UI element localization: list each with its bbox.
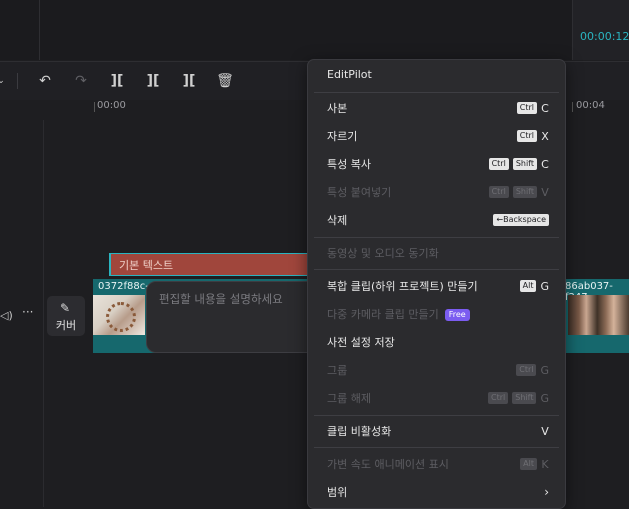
cover-label: 커버: [55, 319, 77, 332]
menu-item-label: 클립 비활성화: [327, 425, 392, 438]
edit-icon: ✎: [60, 301, 71, 315]
menu-item-cut[interactable]: 자르기 Ctrl X: [308, 123, 565, 149]
menu-header-label: EditPilot: [327, 68, 372, 81]
shortcut: Alt G: [519, 279, 549, 293]
cover-button[interactable]: ✎ 커버: [47, 296, 85, 336]
menu-item-label: 동영상 및 오디오 동기화: [327, 247, 439, 260]
shortcut-char: V: [541, 424, 549, 438]
clip-thumbnail: [93, 295, 145, 335]
menu-item-label: 다중 카메라 클립 만들기 Free: [327, 306, 470, 322]
shortcut-key: Ctrl: [516, 130, 537, 142]
menu-item-label: 범위: [327, 486, 348, 499]
shortcut: Ctrl Shift G: [488, 391, 549, 405]
timecode: 00:00:12: [580, 30, 629, 43]
delete-icon[interactable]: 🗑: [216, 72, 234, 90]
preview-divider: [39, 0, 40, 60]
shortcut-key: Shift: [512, 392, 537, 404]
shortcut-key: ←Backspace: [493, 214, 549, 226]
shortcut-key: Alt: [519, 280, 537, 292]
chevron-right-icon: ›: [544, 485, 549, 499]
shortcut-key: Ctrl: [488, 392, 509, 404]
toolbar-divider: [17, 73, 18, 89]
ruler-label-start: 00:00: [97, 100, 126, 111]
description-input[interactable]: [157, 288, 321, 310]
menu-item-text: 다중 카메라 클립 만들기: [327, 308, 439, 321]
menu-item-label: 사전 설정 저장: [327, 336, 395, 349]
description-box: [146, 281, 328, 353]
shortcut: ←Backspace: [493, 213, 549, 227]
menu-item-speed-animation[interactable]: 가변 속도 애니메이션 표시 Alt K: [308, 451, 565, 477]
preview-area: 00:00:12: [0, 0, 629, 60]
menu-item-compound-clip[interactable]: 복합 클립(하위 프로젝트) 만들기 Alt G: [308, 273, 565, 299]
shortcut: V: [541, 424, 549, 438]
menu-item-label: 자르기: [327, 130, 358, 143]
shortcut: Ctrl X: [516, 129, 549, 143]
text-clip-label: 기본 텍스트: [119, 259, 174, 272]
menu-item-label: 복합 클립(하위 프로젝트) 만들기: [327, 280, 478, 293]
text-clip[interactable]: 기본 텍스트: [109, 253, 311, 276]
redo-icon[interactable]: ↷: [72, 72, 90, 90]
trim-left-icon[interactable]: ][: [144, 72, 162, 90]
menu-item-sync-av[interactable]: 동영상 및 오디오 동기화: [308, 240, 565, 266]
menu-item-label: 그룹: [327, 364, 348, 377]
menu-item-save-preset[interactable]: 사전 설정 저장: [308, 329, 565, 355]
shortcut-key: Ctrl: [516, 364, 537, 376]
menu-separator: [314, 447, 559, 448]
video-clip-name: 0372f88c-: [98, 281, 149, 292]
shortcut: Ctrl Shift C: [488, 157, 549, 171]
menu-header-editpilot[interactable]: EditPilot: [308, 63, 565, 89]
shortcut-char: K: [541, 457, 549, 471]
menu-separator: [314, 415, 559, 416]
ruler-tick: [94, 102, 95, 112]
menu-item-label: 사본: [327, 102, 348, 115]
shortcut-key: Shift: [512, 186, 537, 198]
menu-item-range[interactable]: 범위 ›: [308, 479, 565, 505]
menu-item-label: 삭제: [327, 214, 348, 227]
menu-item-copy[interactable]: 사본 Ctrl C: [308, 95, 565, 121]
trim-right-icon[interactable]: ][: [180, 72, 198, 90]
shortcut-key: Alt: [520, 458, 537, 470]
ruler-tick: [572, 102, 573, 112]
menu-item-group[interactable]: 그룹 Ctrl G: [308, 357, 565, 383]
shortcut: Alt K: [520, 457, 549, 471]
shortcut-char: C: [541, 157, 549, 171]
shortcut-key: Ctrl: [488, 186, 509, 198]
shortcut: Ctrl G: [516, 363, 549, 377]
shortcut: Ctrl Shift V: [488, 185, 549, 199]
shortcut-key: Ctrl: [488, 158, 509, 170]
more-icon[interactable]: ···: [22, 305, 33, 319]
menu-item-disable-clip[interactable]: 클립 비활성화 V: [308, 418, 565, 444]
menu-item-paste-attributes[interactable]: 특성 붙여넣기 Ctrl Shift V: [308, 179, 565, 205]
shortcut-key: Shift: [512, 158, 537, 170]
undo-icon[interactable]: ↶: [36, 72, 54, 90]
shortcut-char: G: [540, 391, 549, 405]
ruler-label-4s: 00:04: [576, 100, 605, 111]
menu-item-label: 특성 붙여넣기: [327, 186, 392, 199]
shortcut-char: X: [541, 129, 549, 143]
shortcut-char: G: [540, 279, 549, 293]
menu-item-delete[interactable]: 삭제 ←Backspace: [308, 207, 565, 233]
shortcut-key: Ctrl: [516, 102, 537, 114]
context-menu: EditPilot 사본 Ctrl C 자르기 Ctrl X 특성 복사 Ctrl S…: [307, 59, 566, 509]
clip-thumbnail: [568, 295, 629, 335]
shortcut: Ctrl C: [516, 101, 549, 115]
split-icon[interactable]: ][: [108, 72, 126, 90]
menu-separator: [314, 92, 559, 93]
chevron-down-icon[interactable]: ⌄: [0, 72, 10, 90]
audio-icon[interactable]: ◁): [0, 309, 13, 322]
menu-item-ungroup[interactable]: 그룹 해제 Ctrl Shift G: [308, 385, 565, 411]
menu-item-copy-attributes[interactable]: 특성 복사 Ctrl Shift C: [308, 151, 565, 177]
menu-item-multicam-clip[interactable]: 다중 카메라 클립 만들기 Free: [308, 301, 565, 327]
shortcut-char: C: [541, 101, 549, 115]
menu-item-label: 그룹 해제: [327, 392, 371, 405]
shortcut: ›: [544, 485, 549, 499]
free-badge: Free: [444, 309, 470, 321]
menu-item-label: 가변 속도 애니메이션 표시: [327, 458, 449, 471]
shortcut-char: G: [540, 363, 549, 377]
menu-separator: [314, 269, 559, 270]
menu-item-label: 특성 복사: [327, 158, 371, 171]
shortcut-char: V: [541, 185, 549, 199]
menu-separator: [314, 237, 559, 238]
